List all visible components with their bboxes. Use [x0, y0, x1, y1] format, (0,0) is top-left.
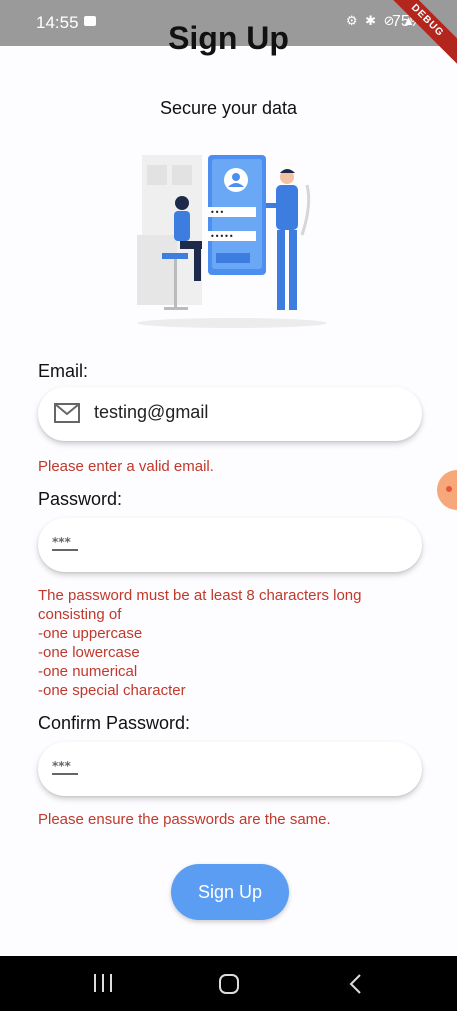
- home-icon[interactable]: [218, 973, 240, 995]
- svg-text:***: ***: [52, 536, 72, 549]
- email-field[interactable]: testing@gmail: [38, 387, 422, 441]
- confirm-password-field[interactable]: ***: [38, 742, 422, 796]
- back-icon[interactable]: [348, 973, 364, 995]
- password-icon: ***: [52, 536, 78, 551]
- sign-up-button[interactable]: Sign Up: [171, 864, 289, 920]
- password-error-line: -one lowercase: [38, 644, 140, 661]
- confirm-password-label: Confirm Password:: [38, 713, 191, 733]
- confirm-password-error: Please ensure the passwords are the same…: [38, 811, 331, 828]
- password-error-line: consisting of: [38, 606, 122, 623]
- recent-apps-icon[interactable]: [92, 973, 114, 993]
- password-error-line: The password must be at least 8 characte…: [38, 587, 362, 604]
- page-subtitle: Secure your data: [159, 98, 298, 118]
- password-field[interactable]: ***: [38, 518, 422, 572]
- password-error: The password must be at least 8 characte…: [38, 586, 418, 700]
- email-label: Email:: [38, 361, 89, 381]
- password-error-line: -one uppercase: [38, 625, 143, 642]
- mail-icon: [54, 403, 80, 423]
- floating-side-handle[interactable]: [437, 470, 457, 510]
- password-error-line: -one numerical: [38, 663, 138, 680]
- email-error: Please enter a valid email.: [38, 458, 214, 475]
- password-error-line: -one special character: [38, 682, 186, 699]
- svg-text:•••: •••: [210, 208, 224, 217]
- password-icon: ***: [52, 760, 78, 775]
- email-value[interactable]: testing@gmail: [94, 402, 208, 423]
- svg-text:•••••: •••••: [210, 232, 234, 241]
- signup-screen: 14:55 ⚙ ✱ ⊘ ▲ 75% DEBUG Sign Up Secure y…: [0, 0, 457, 1011]
- android-nav-bar: [0, 956, 457, 1011]
- page-title: Sign Up: [168, 20, 289, 56]
- signup-illustration: ••• •••••: [137, 155, 327, 328]
- svg-text:***: ***: [52, 760, 72, 773]
- password-label: Password:: [38, 489, 123, 509]
